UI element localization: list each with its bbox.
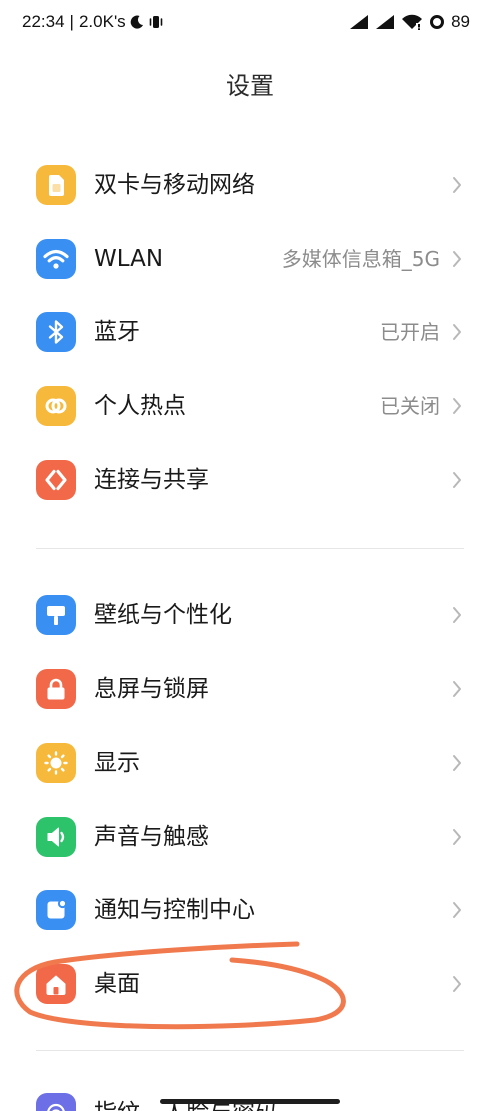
- section-divider: [36, 548, 464, 549]
- signal-icon: [350, 15, 369, 29]
- chevron-right-icon: [453, 755, 461, 771]
- lock-icon: [36, 669, 76, 709]
- settings-item-home-screen[interactable]: 桌面: [0, 947, 500, 1021]
- connection-sharing-icon: [36, 460, 76, 500]
- settings-item-label: 个人热点: [94, 393, 186, 419]
- settings-item-label: 通知与控制中心: [94, 897, 255, 923]
- sun-icon: [36, 743, 76, 783]
- chevron-right-icon: [453, 976, 461, 992]
- notification-icon: [36, 890, 76, 930]
- settings-item-label: 显示: [94, 750, 140, 776]
- chevron-right-icon: [453, 324, 461, 340]
- wallpaper-icon: [36, 595, 76, 635]
- battery-level: 89: [451, 12, 470, 31]
- settings-item-bluetooth[interactable]: 蓝牙 已开启: [0, 295, 500, 369]
- status-time: 22:34: [22, 12, 65, 31]
- wifi-icon: [36, 239, 76, 279]
- chevron-right-icon: [453, 472, 461, 488]
- bluetooth-icon: [36, 312, 76, 352]
- battery-icon: [430, 15, 445, 29]
- settings-item-label: 息屏与锁屏: [94, 676, 209, 702]
- chevron-right-icon: [453, 607, 461, 623]
- status-bar-left: 22:34 | 2.0K's: [22, 10, 164, 34]
- settings-item-label: 蓝牙: [94, 319, 140, 345]
- settings-item-display[interactable]: 显示: [0, 726, 500, 800]
- hotspot-icon: [36, 386, 76, 426]
- settings-item-label: 桌面: [94, 971, 140, 997]
- chevron-right-icon: [453, 681, 461, 697]
- home-gesture-bar[interactable]: [160, 1099, 340, 1104]
- chevron-right-icon: [453, 902, 461, 918]
- settings-item-label: WLAN: [94, 246, 164, 272]
- home-icon: [36, 964, 76, 1004]
- network-speed: 2.0K's: [78, 12, 126, 31]
- settings-item-dual-sim[interactable]: 双卡与移动网络: [0, 148, 500, 222]
- settings-screen: 22:34 | 2.0K's 89 设置 双卡与移动网络 WLAN 多媒体信息箱…: [0, 0, 500, 1111]
- settings-item-label: 双卡与移动网络: [94, 172, 255, 198]
- signal-icon: [376, 15, 395, 29]
- settings-item-value: 已开启: [380, 320, 440, 344]
- chevron-right-icon: [453, 251, 461, 267]
- section-divider: [36, 1050, 464, 1051]
- settings-item-fingerprint[interactable]: 指纹、人脸与密码: [0, 1076, 500, 1111]
- wifi-icon: [402, 14, 423, 30]
- settings-item-hotspot[interactable]: 个人热点 已关闭: [0, 369, 500, 443]
- settings-item-label: 声音与触感: [94, 824, 209, 850]
- page-title: 设置: [226, 72, 274, 100]
- settings-item-value: 多媒体信息箱_5G: [281, 247, 440, 271]
- settings-item-label: 指纹、人脸与密码: [94, 1076, 278, 1111]
- status-separator: |: [69, 12, 74, 31]
- fingerprint-icon: [36, 1093, 76, 1111]
- chevron-right-icon: [453, 177, 461, 193]
- settings-item-wallpaper[interactable]: 壁纸与个性化: [0, 578, 500, 652]
- settings-item-wlan[interactable]: WLAN 多媒体信息箱_5G: [0, 222, 500, 296]
- settings-item-lock-screen[interactable]: 息屏与锁屏: [0, 652, 500, 726]
- settings-item-value: 已关闭: [380, 394, 440, 418]
- settings-item-label: 壁纸与个性化: [94, 602, 232, 628]
- moon-icon: [130, 15, 143, 29]
- chevron-right-icon: [453, 829, 461, 845]
- sim-card-icon: [36, 165, 76, 205]
- settings-item-notifications[interactable]: 通知与控制中心: [0, 873, 500, 947]
- settings-item-sound[interactable]: 声音与触感: [0, 800, 500, 874]
- speaker-icon: [36, 817, 76, 857]
- settings-item-connection-sharing[interactable]: 连接与共享: [0, 443, 500, 517]
- status-bar-right: 89: [349, 10, 470, 34]
- chevron-right-icon: [453, 398, 461, 414]
- settings-item-label: 连接与共享: [94, 467, 209, 493]
- vibrate-icon: [149, 16, 162, 28]
